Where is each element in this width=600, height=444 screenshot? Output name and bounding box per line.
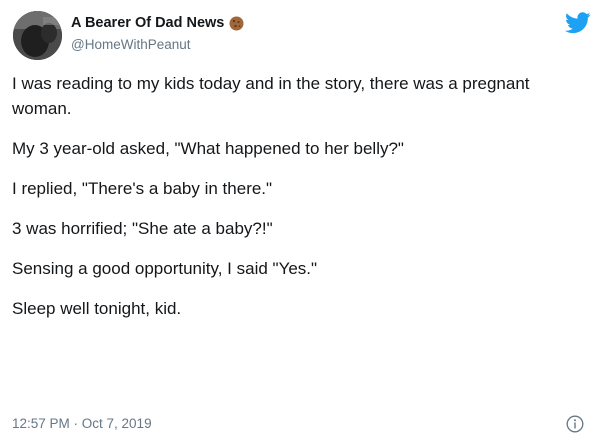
tweet-paragraph: Sleep well tonight, kid.	[12, 299, 182, 318]
tweet-paragraph: I replied, "There's a baby in there."	[12, 179, 273, 198]
author-display-name[interactable]: A Bearer Of Dad News	[71, 15, 244, 31]
tweet-paragraph: 3 was horrified; "She ate a baby?!"	[12, 219, 273, 238]
tweet-card: A Bearer Of Dad News @HomeWithPeanut I w…	[0, 0, 600, 444]
cookie-icon	[229, 16, 244, 31]
tweet-text: I was reading to my kids today and in th…	[12, 71, 577, 336]
info-icon[interactable]	[566, 415, 584, 433]
tweet-paragraph: My 3 year-old asked, "What happened to h…	[12, 139, 404, 158]
avatar-image	[13, 11, 62, 60]
tweet-paragraph: I was reading to my kids today and in th…	[12, 74, 530, 118]
twitter-bird-icon[interactable]	[565, 12, 591, 34]
avatar[interactable]	[13, 11, 62, 60]
author-name-text: A Bearer Of Dad News	[71, 15, 225, 31]
tweet-paragraph: Sensing a good opportunity, I said "Yes.…	[12, 259, 318, 278]
author-handle[interactable]: @HomeWithPeanut	[71, 37, 191, 52]
tweet-timestamp[interactable]: 12:57 PM · Oct 7, 2019	[12, 416, 152, 431]
